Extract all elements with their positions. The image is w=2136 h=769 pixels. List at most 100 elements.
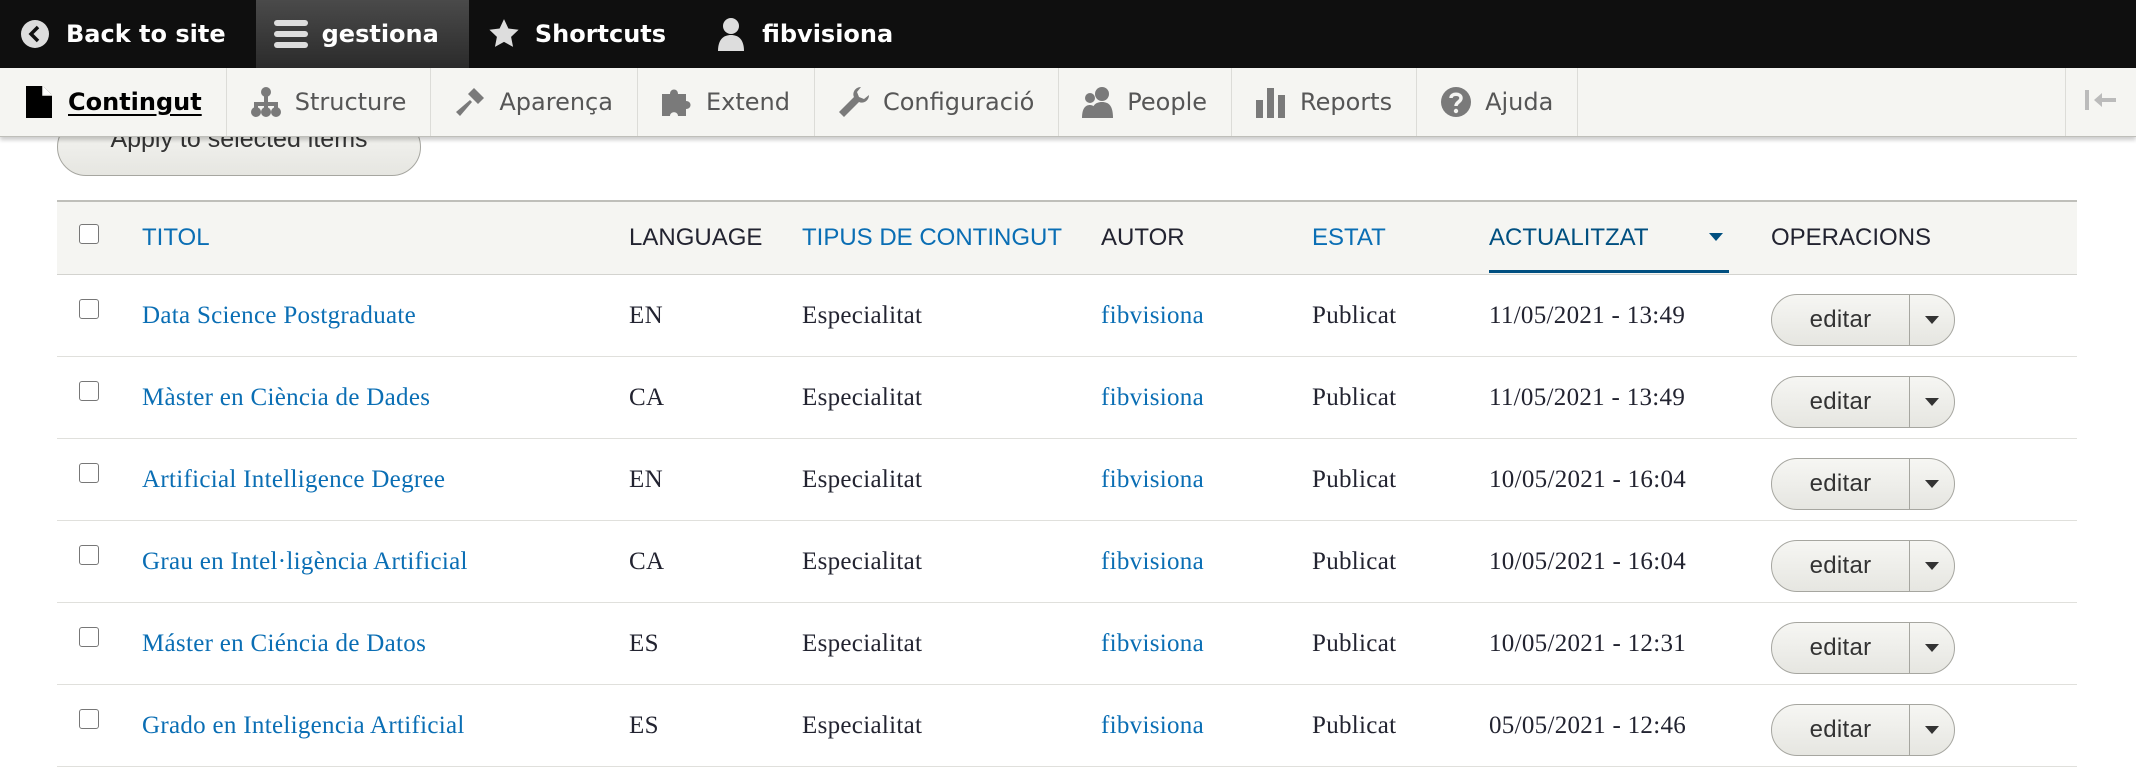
row-operations: editar: [1771, 540, 1955, 592]
collapse-tray-button[interactable]: [2065, 68, 2136, 136]
header-content-type[interactable]: Tipus de contingut: [802, 202, 1062, 274]
row-author-link[interactable]: fibvisiona: [1101, 275, 1204, 356]
chevron-down-icon: [1925, 480, 1939, 488]
table-row: Grau en Intel·ligència Artificial CA Espec…: [57, 521, 2077, 603]
row-author-link[interactable]: fibvisiona: [1101, 439, 1204, 520]
row-operations: editar: [1771, 376, 1955, 428]
row-language: EN: [629, 465, 663, 493]
row-title-link[interactable]: Grado en Inteligencia Artificial: [142, 685, 465, 766]
operations-dropdown-toggle[interactable]: [1910, 705, 1954, 755]
user-label: fibvisiona: [762, 20, 894, 48]
row-updated: 11/05/2021 - 13:49: [1489, 301, 1686, 329]
row-title-link[interactable]: Grau en Intel·ligència Artificial: [142, 521, 468, 602]
chevron-down-icon: [1925, 316, 1939, 324]
tray-item-contingut[interactable]: Contingut: [0, 68, 227, 136]
edit-button[interactable]: editar: [1772, 541, 1910, 591]
row-select-checkbox[interactable]: [79, 627, 99, 647]
table-row: Data Science Postgraduate EN Especialitat f…: [57, 275, 2077, 357]
back-arrow-icon: [18, 17, 52, 51]
row-status: Publicat: [1312, 629, 1397, 657]
bar-chart-icon: [1254, 85, 1288, 119]
table-header: Titol Language Tipus de contingut Autor …: [57, 200, 2077, 275]
paintbrush-icon: [453, 85, 487, 119]
sort-descending-icon[interactable]: [1709, 233, 1723, 241]
row-title-link[interactable]: Màster en Ciència de Dades: [142, 357, 430, 438]
row-author-link[interactable]: fibvisiona: [1101, 521, 1204, 602]
header-author: Autor: [1101, 224, 1185, 251]
back-to-site-link[interactable]: Back to site: [0, 0, 256, 68]
row-select-checkbox[interactable]: [79, 381, 99, 401]
row-select-checkbox[interactable]: [79, 709, 99, 729]
header-title[interactable]: Titol: [142, 202, 210, 274]
row-author-link[interactable]: fibvisiona: [1101, 685, 1204, 766]
star-icon: [487, 17, 521, 51]
user-icon: [714, 17, 748, 51]
row-updated: 10/05/2021 - 16:04: [1489, 547, 1687, 575]
row-status: Publicat: [1312, 301, 1397, 329]
edit-button[interactable]: editar: [1772, 705, 1910, 755]
table-row: Grado en Inteligencia Artificial ES Especi…: [57, 685, 2077, 767]
shortcuts-tab[interactable]: Shortcuts: [469, 0, 696, 68]
row-author-link[interactable]: fibvisiona: [1101, 603, 1204, 684]
operations-dropdown-toggle[interactable]: [1910, 623, 1954, 673]
chevron-down-icon: [1925, 398, 1939, 406]
edit-button[interactable]: editar: [1772, 295, 1910, 345]
operations-dropdown-toggle[interactable]: [1910, 541, 1954, 591]
tray-label-ajuda: Ajuda: [1485, 88, 1554, 116]
row-language: CA: [629, 547, 665, 575]
user-tab[interactable]: fibvisiona: [696, 0, 923, 68]
tray-label-reports: Reports: [1300, 88, 1393, 116]
tray-label-structure: Structure: [294, 88, 407, 116]
content-table: Titol Language Tipus de contingut Autor …: [57, 200, 2077, 767]
row-author-link[interactable]: fibvisiona: [1101, 357, 1204, 438]
table-row: Màster en Ciència de Dades CA Especialitat…: [57, 357, 2077, 439]
edit-button[interactable]: editar: [1772, 459, 1910, 509]
row-title-link[interactable]: Data Science Postgraduate: [142, 275, 416, 356]
table-row: Máster en Ciéncia de Datos ES Especialitat…: [57, 603, 2077, 685]
row-operations: editar: [1771, 294, 1955, 346]
row-content-type: Especialitat: [802, 547, 923, 575]
header-language: Language: [629, 224, 763, 251]
tray-item-structure[interactable]: Structure: [227, 68, 432, 136]
row-status: Publicat: [1312, 465, 1397, 493]
header-status[interactable]: Estat: [1312, 202, 1386, 274]
tray-item-people[interactable]: People: [1059, 68, 1233, 136]
row-title-link[interactable]: Máster en Ciéncia de Datos: [142, 603, 426, 684]
table-row: Artificial Intelligence Degree EN Especial…: [57, 439, 2077, 521]
row-updated: 10/05/2021 - 12:31: [1489, 629, 1687, 657]
manage-menu-tab[interactable]: gestiona: [255, 0, 469, 68]
admin-toolbar: Back to site gestiona Shortcuts fibvisio…: [0, 0, 2136, 68]
manage-label: gestiona: [321, 20, 439, 48]
tray-item-ajuda[interactable]: Ajuda: [1417, 68, 1579, 136]
row-select-checkbox[interactable]: [79, 545, 99, 565]
tray-item-reports[interactable]: Reports: [1232, 68, 1418, 136]
row-select-checkbox[interactable]: [79, 299, 99, 319]
row-title-link[interactable]: Artificial Intelligence Degree: [142, 439, 445, 520]
tray-item-extend[interactable]: Extend: [638, 68, 815, 136]
operations-dropdown-toggle[interactable]: [1910, 459, 1954, 509]
hamburger-icon: [273, 17, 308, 51]
wrench-icon: [837, 85, 871, 119]
row-updated: 10/05/2021 - 16:04: [1489, 465, 1687, 493]
select-all-checkbox[interactable]: [79, 224, 99, 244]
edit-button[interactable]: editar: [1772, 377, 1910, 427]
tray-item-aparenca[interactable]: Aparença: [431, 68, 638, 136]
people-icon: [1081, 85, 1115, 119]
row-select-checkbox[interactable]: [79, 463, 99, 483]
operations-dropdown-toggle[interactable]: [1910, 377, 1954, 427]
row-operations: editar: [1771, 704, 1955, 756]
tray-label-contingut: Contingut: [68, 88, 202, 116]
admin-tray: Contingut Structure Aparença Extend Conf…: [0, 68, 2136, 137]
row-content-type: Especialitat: [802, 301, 923, 329]
tray-label-people: People: [1127, 88, 1208, 116]
row-language: ES: [629, 711, 659, 739]
operations-dropdown-toggle[interactable]: [1910, 295, 1954, 345]
row-content-type: Especialitat: [802, 711, 923, 739]
row-content-type: Especialitat: [802, 465, 923, 493]
tray-item-configuracio[interactable]: Configuració: [815, 68, 1060, 136]
chevron-down-icon: [1925, 644, 1939, 652]
edit-button[interactable]: editar: [1772, 623, 1910, 673]
header-updated[interactable]: Actualitzat: [1489, 202, 1649, 274]
row-status: Publicat: [1312, 383, 1397, 411]
active-sort-indicator: [1489, 270, 1729, 273]
